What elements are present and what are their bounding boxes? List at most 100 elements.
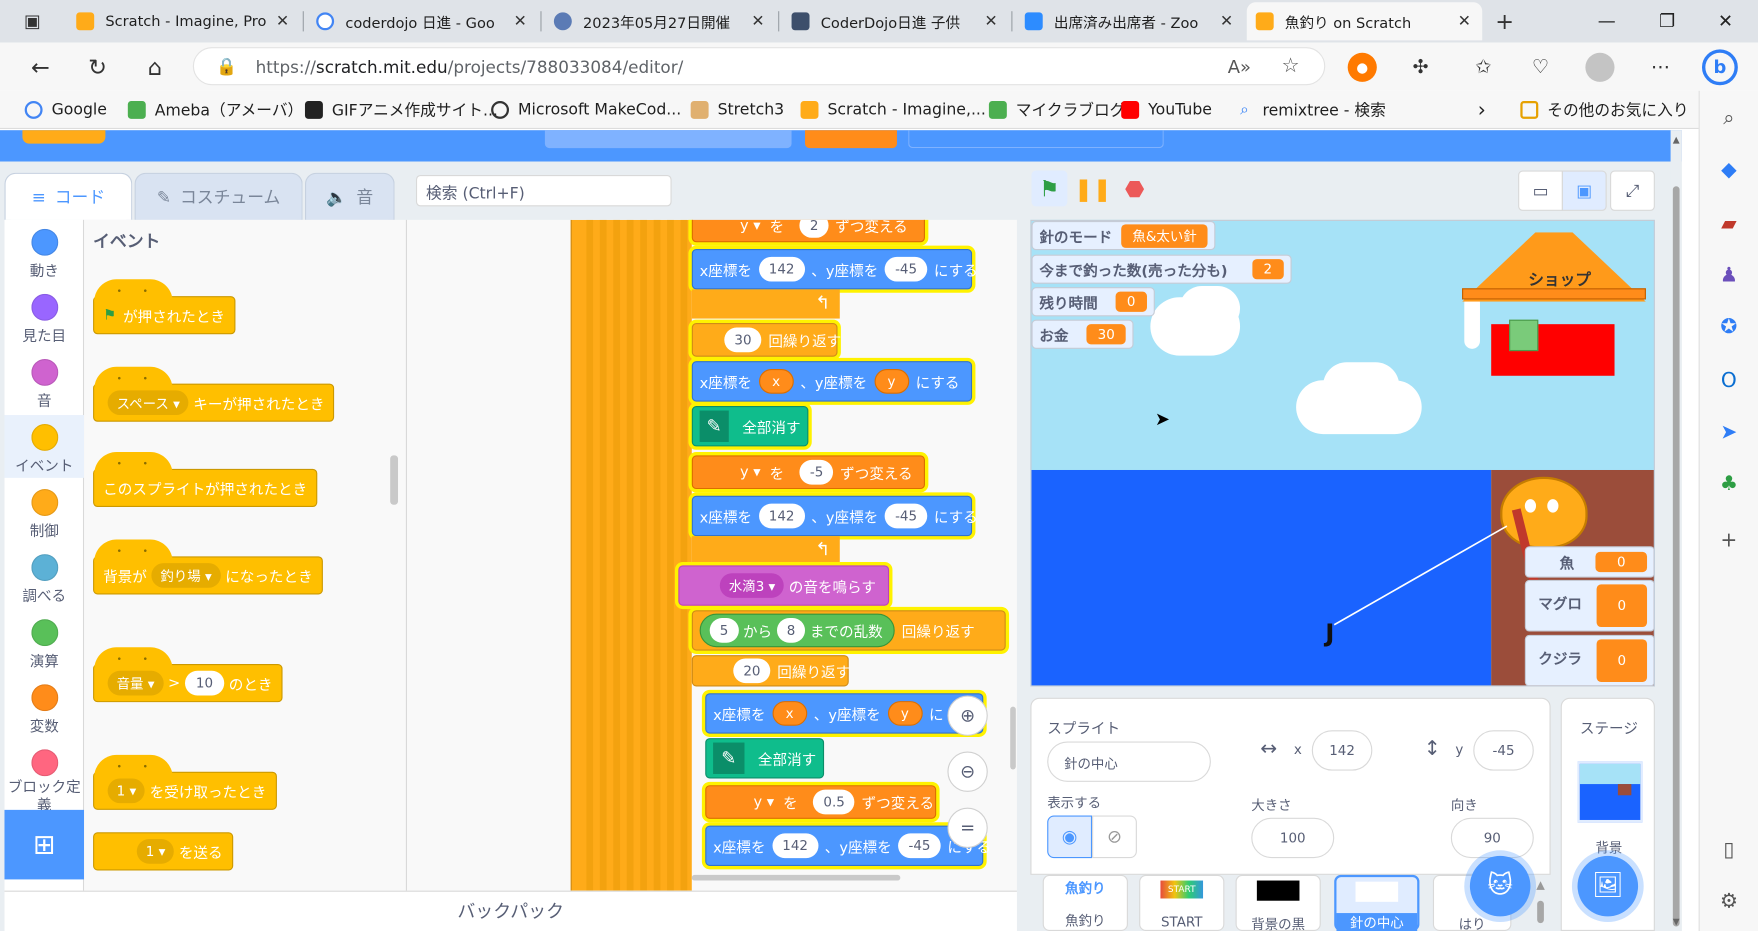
bookmark-ameba[interactable]: Ameba（アメーバ） <box>127 99 303 121</box>
repeat-block-1[interactable]: 30 回繰り返す <box>691 323 841 357</box>
change-y-block-3[interactable]: y ▾ を 0.5 ずつ変える <box>705 785 937 819</box>
close-tab-icon[interactable]: ✕ <box>1455 12 1473 30</box>
search-icon[interactable]: ⌕ <box>1714 104 1743 133</box>
change-value[interactable]: -5 <box>799 459 834 485</box>
sprite-size-input[interactable]: 100 <box>1251 817 1335 859</box>
monitor-fish[interactable]: 魚0 <box>1524 546 1654 578</box>
y-input[interactable]: -45 <box>898 833 941 859</box>
x-variable-reporter[interactable]: x <box>772 701 808 726</box>
block-search-input[interactable]: 検索 (Ctrl+F) <box>415 174 672 207</box>
extensions-puzzle-icon[interactable]: ✣ <box>1406 53 1435 82</box>
x-input[interactable]: 142 <box>758 503 805 529</box>
sprite-x-input[interactable]: 142 <box>1311 730 1373 771</box>
favorite-star-icon[interactable]: ☆ <box>1282 54 1300 78</box>
small-stage-button[interactable]: ▭ <box>1518 170 1563 211</box>
see-project-page-button[interactable] <box>908 130 1164 149</box>
workspace-hscrollbar[interactable] <box>691 874 901 881</box>
outlook-icon[interactable]: O <box>1714 367 1743 396</box>
green-flag-button[interactable]: ⚑ <box>1031 170 1068 207</box>
bookmark-google[interactable]: Google <box>24 99 107 121</box>
sprite-thumb-needle-center-selected[interactable]: 針の中心 <box>1334 874 1420 931</box>
browser-health-icon[interactable]: ♡ <box>1526 53 1555 82</box>
sprite-thumb-black-bg[interactable]: 背景の黒 <box>1235 874 1321 931</box>
hide-eye-icon[interactable]: ⊘ <box>1092 815 1137 859</box>
close-tab-icon[interactable]: ✕ <box>511 12 529 30</box>
zoom-reset-icon[interactable]: = <box>947 807 988 849</box>
home-icon[interactable]: ⌂ <box>139 52 170 83</box>
normal-stage-button[interactable]: ▣ <box>1561 170 1607 211</box>
when-backdrop-switches-block[interactable]: • • 背景が 釣り場 ▾ になったとき <box>93 539 323 595</box>
monitor-whale[interactable]: クジラ 0 <box>1524 634 1654 686</box>
pick-random-reporter[interactable]: 5 から 8 までの乱数 <box>699 613 896 648</box>
extension-badge-icon[interactable]: ● <box>1347 52 1377 82</box>
go-to-xy-block-1[interactable]: x座標を 142 、y座標を -45 にする <box>691 249 978 290</box>
pen-clear-block-1[interactable]: ✎ 全部消す <box>691 406 809 447</box>
monitor-time-left[interactable]: 残り時間 0 <box>1031 287 1155 317</box>
scratch-logo[interactable] <box>22 130 106 144</box>
sprite-y-input[interactable]: -45 <box>1473 730 1534 771</box>
category-sensing[interactable]: 調べる <box>4 554 84 606</box>
tab-google-search[interactable]: coderdojo 日進 - Goo ✕ <box>307 2 538 40</box>
pen-clear-block-2[interactable]: ✎ 全部消す <box>705 738 825 779</box>
variable-dropdown[interactable]: y ▾ <box>740 464 761 481</box>
category-control[interactable]: 制御 <box>4 489 84 541</box>
sprite-name-input[interactable]: 針の中心 <box>1047 741 1211 782</box>
backdrop-dropdown[interactable]: 釣り場 ▾ <box>151 563 221 588</box>
repeat-block-2[interactable]: 20 回繰り返す <box>691 655 850 687</box>
project-title-field[interactable] <box>544 130 792 149</box>
repeat-count[interactable]: 30 <box>724 327 762 353</box>
go-to-xy-block-5[interactable]: x座標を 142 、y座標を -45 にする <box>705 825 991 866</box>
microsoft365-icon[interactable]: ✪ <box>1714 313 1743 342</box>
loudness-dropdown[interactable]: 音量 ▾ <box>107 670 164 696</box>
monitor-total-caught[interactable]: 今まで釣った数(売った分も) 2 <box>1031 254 1292 284</box>
favorites-list-icon[interactable]: ✩ <box>1469 53 1498 82</box>
send-icon[interactable]: ➤ <box>1714 418 1743 447</box>
backpack-bar[interactable]: バックパック <box>4 890 1017 931</box>
go-to-xy-block-4[interactable]: x座標を x 、y座標を y に <box>705 693 984 734</box>
close-tab-icon[interactable]: ✕ <box>749 12 767 30</box>
show-eye-icon[interactable]: ◉ <box>1047 815 1093 859</box>
loudness-value[interactable]: 10 <box>184 670 225 696</box>
when-flag-clicked-block[interactable]: • • ⚑ が押されたとき <box>93 279 236 335</box>
monitor-tuna[interactable]: マグロ 0 <box>1524 579 1654 632</box>
monitor-needle-mode[interactable]: 針のモード 魚&太い針 <box>1031 220 1216 251</box>
y-input[interactable]: -45 <box>884 503 928 529</box>
bookmark-remixtree[interactable]: ⌕ remixtree - 検索 <box>1236 99 1386 121</box>
add-icon[interactable]: + <box>1714 526 1743 555</box>
close-window-button[interactable]: ✕ <box>1700 4 1752 38</box>
when-receive-block[interactable]: • • 1 ▾ を受け取ったとき <box>93 754 277 810</box>
games-icon[interactable]: ♟ <box>1714 261 1743 290</box>
tab-event-doc[interactable]: 2023年05月27日開催 ✕ <box>545 2 776 40</box>
tree-icon[interactable]: ♣ <box>1714 470 1743 499</box>
choose-sprite-button[interactable]: 🐱 <box>1469 855 1531 917</box>
y-variable-reporter[interactable]: y <box>873 369 909 394</box>
category-operators[interactable]: 演算 <box>4 619 84 671</box>
more-options-icon[interactable]: ⋯ <box>1646 53 1675 82</box>
random-to[interactable]: 8 <box>776 618 806 643</box>
fullscreen-icon[interactable]: ⤢ <box>1610 170 1655 211</box>
y-input[interactable]: -45 <box>884 256 928 282</box>
variable-dropdown[interactable]: y ▾ <box>753 794 774 811</box>
x-variable-reporter[interactable]: x <box>758 369 794 394</box>
sound-dropdown[interactable]: 水滴3 ▾ <box>719 573 785 598</box>
random-from[interactable]: 5 <box>709 618 739 643</box>
change-value[interactable]: 2 <box>799 219 829 238</box>
share-button[interactable] <box>805 130 897 149</box>
when-sprite-clicked-block[interactable]: • • このスプライトが押されたとき <box>93 452 318 508</box>
repeat-random-block[interactable]: 5 から 8 までの乱数 回繰り返す <box>691 610 1006 651</box>
workspace-scrollbar[interactable] <box>1010 706 1016 770</box>
close-tab-icon[interactable]: ✕ <box>1218 12 1236 30</box>
refresh-icon[interactable]: ↻ <box>82 52 113 83</box>
settings-gear-icon[interactable]: ⚙ <box>1714 887 1743 916</box>
tab-zoom[interactable]: 出席済み出席者 - Zoo ✕ <box>1016 2 1245 40</box>
page-scrollbar[interactable]: ▲ ▼ <box>1670 130 1682 931</box>
zoom-out-icon[interactable]: ⊖ <box>947 751 988 792</box>
change-y-block-2[interactable]: y ▾ を -5 ずつ変える <box>691 455 925 490</box>
monitor-money[interactable]: お金 30 <box>1031 319 1134 349</box>
x-input[interactable]: 142 <box>772 833 819 859</box>
category-looks[interactable]: 見た目 <box>4 293 84 345</box>
bookmark-makecode[interactable]: Microsoft MakeCod... <box>491 99 681 121</box>
play-sound-block[interactable]: 水滴3 ▾ の音を鳴らす <box>678 565 890 606</box>
pause-button[interactable]: ❚❚ <box>1074 170 1112 206</box>
sidebar-toggle-icon[interactable]: ▯ <box>1714 836 1743 865</box>
